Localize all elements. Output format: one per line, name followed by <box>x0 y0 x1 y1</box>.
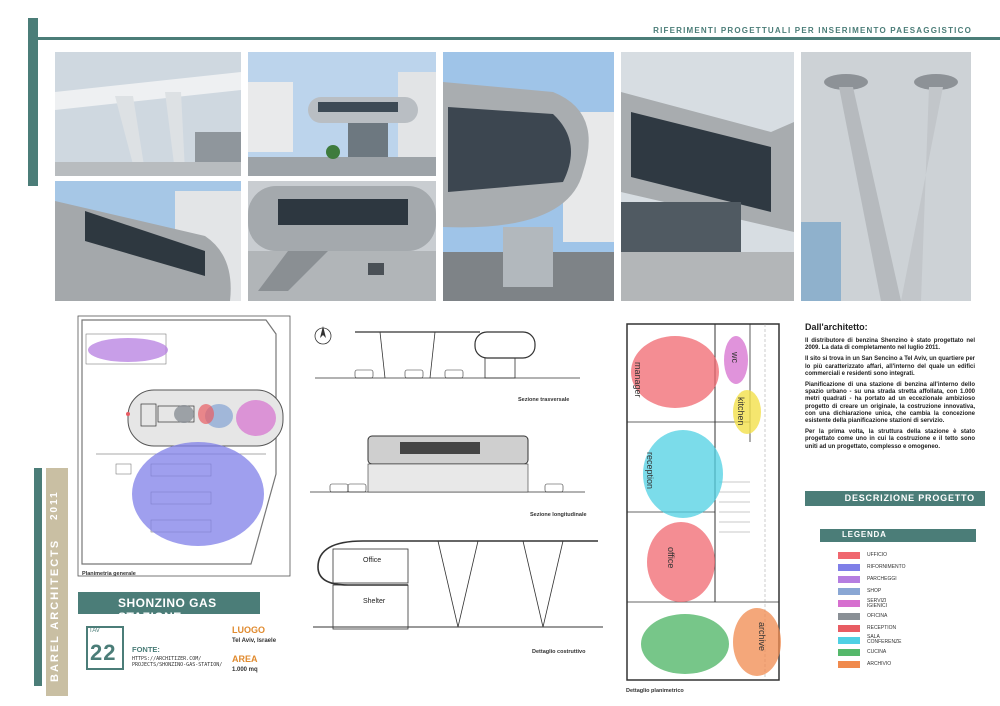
legend-item: SHOP <box>838 586 907 598</box>
legend-label: UFFICIO <box>867 551 887 558</box>
legend-item: SALA CONFERENZE <box>838 634 907 646</box>
legend-title: LEGENDA <box>842 530 887 539</box>
plan-label-reception: reception <box>645 452 655 489</box>
legend-swatch <box>838 551 860 559</box>
photo-canopy-overview <box>55 52 241 176</box>
description-paragraph: Per la prima volta, la struttura della s… <box>805 429 975 450</box>
area-label: AREA <box>232 654 258 664</box>
section-longitudinal-caption: Sezione longitudinale <box>530 512 587 518</box>
top-accent-bar <box>28 18 38 186</box>
legend-swatch <box>838 661 860 669</box>
legend-swatch <box>838 624 860 632</box>
photo-canopy-side <box>55 181 241 301</box>
legend-label: RECEPTION <box>867 624 897 631</box>
description-bar: DESCRIZIONE PROGETTO <box>805 491 985 506</box>
section-longitudinal <box>310 430 590 500</box>
legend-swatch <box>838 563 860 571</box>
legend-item: UFFICIO <box>838 549 907 561</box>
description-bar-label: DESCRIZIONE PROGETTO <box>844 493 975 503</box>
site-plan <box>76 314 292 578</box>
legend-swatch <box>838 636 860 644</box>
construction-detail-caption: Dettaglio costruttivo <box>532 649 586 655</box>
legend-label: SHOP <box>867 588 882 595</box>
plan-label-office: office <box>666 547 676 568</box>
plan-label-kitchen: kitchen <box>736 397 746 426</box>
detail-office-label: Office <box>363 557 381 564</box>
legend-item: CUCINA <box>838 647 907 659</box>
legend-label: CUCINA <box>867 649 887 656</box>
legend: UFFICIO RIFORNIMENTO PARCHEGGI SHOP SERVIZI … <box>838 549 907 671</box>
detail-plan-caption: Dettaglio planimetrico <box>626 688 684 694</box>
plan-label-wc: wc <box>730 351 740 363</box>
tav-label: TAV <box>89 628 100 634</box>
site-plan-caption: Planimetria generale <box>82 571 136 577</box>
plan-label-archive: archive <box>757 622 767 651</box>
section-transverse-caption: Sezione trasversale <box>518 397 570 403</box>
legend-item: RIFORNIMENTO <box>838 561 907 573</box>
fonte-label: FONTE: <box>132 645 160 654</box>
top-rule <box>28 37 1000 40</box>
legend-bar: LEGENDA <box>820 529 976 542</box>
photo-curved-volume <box>443 52 614 301</box>
legend-label: ARCHIVIO <box>867 661 892 668</box>
photo-stair-elevation <box>248 181 436 301</box>
photo-columns-detail <box>801 52 971 301</box>
legend-swatch <box>838 588 860 596</box>
project-description: Dall'architetto: Il distributore di benz… <box>805 322 975 455</box>
area-value: 1.000 mq <box>232 667 258 673</box>
legend-label: OFICINA <box>867 612 888 619</box>
project-title: SHONZINO GAS STAZIONE <box>118 596 217 624</box>
legend-swatch <box>838 612 860 620</box>
luogo-value: Tel Aviv, Israele <box>232 638 277 644</box>
detail-shelter-label: Shelter <box>363 598 386 605</box>
legend-swatch <box>838 575 860 583</box>
legend-item: SERVIZI IGIENICI <box>838 598 907 610</box>
project-year: 2011 <box>49 490 60 520</box>
legend-label: PARCHEGGI <box>867 575 897 582</box>
legend-swatch <box>838 600 860 608</box>
project-title-bar: SHONZINO GAS STAZIONE <box>78 592 260 624</box>
plan-label-manager: manager <box>633 362 643 398</box>
legend-item: OFICINA <box>838 610 907 622</box>
detail-floor-plan: manager wc kitchen reception office arch… <box>625 322 785 684</box>
legend-label: RIFORNIMENTO <box>867 563 906 570</box>
legend-label: SERVIZI IGIENICI <box>867 597 888 609</box>
studio-name: BAREL ARCHITECTS <box>49 538 61 682</box>
legend-label: SALA CONFERENZE <box>867 634 902 646</box>
luogo-label: LUOGO <box>232 625 265 635</box>
section-transverse <box>305 318 585 398</box>
legend-item: ARCHIVIO <box>838 659 907 671</box>
construction-detail: Office Shelter <box>308 527 608 645</box>
legend-item: PARCHEGGI <box>838 573 907 585</box>
description-paragraph: Pianificazione di una stazione di benzin… <box>805 382 975 425</box>
legend-swatch <box>838 649 860 657</box>
description-heading: Dall'architetto: <box>805 322 868 332</box>
description-paragraph: Il sito si trova in un San Sencino a Tel… <box>805 356 975 377</box>
left-accent-bar <box>34 468 42 686</box>
tav-number: 22 <box>90 640 117 665</box>
fonte-url-line-2: PROJECTS/SHONZINO-GAS-STATION/ <box>132 662 223 668</box>
page-title: RIFERIMENTI PROGETTUALI PER INSERIMENTO … <box>653 26 972 35</box>
photo-glazed-facade <box>621 52 794 301</box>
photo-station-street <box>248 52 436 176</box>
description-paragraph: Il distributore di benzina Shenzino è st… <box>805 338 975 352</box>
legend-item: RECEPTION <box>838 622 907 634</box>
